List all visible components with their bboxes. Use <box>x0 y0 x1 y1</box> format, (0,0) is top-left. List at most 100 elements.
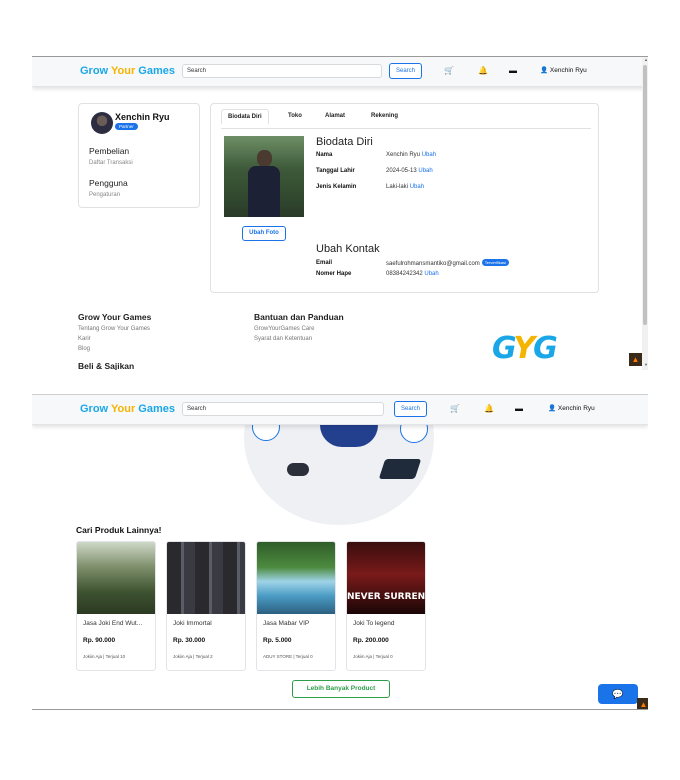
brand-logo[interactable]: Grow Your Games <box>80 65 175 77</box>
chat-button[interactable]: 💬 <box>598 684 638 704</box>
footer-col2-title: Bantuan dan Panduan <box>254 312 344 322</box>
fire-icon[interactable]: ▲ <box>637 698 648 709</box>
product-seller: ADUY STORE | Terjual 0 <box>263 654 313 659</box>
footer-link[interactable]: Karir <box>78 336 91 342</box>
edit-birthdate-link[interactable]: Ubah <box>418 168 432 174</box>
user-menu[interactable]: 👤 Xenchin Ryu <box>548 404 595 412</box>
cart-icon[interactable]: 🛒 <box>444 66 454 75</box>
transactions-link[interactable]: Daftar Transaksi <box>89 160 133 166</box>
gamepad-icon <box>287 463 309 476</box>
user-menu[interactable]: 👤 Xenchin Ryu <box>540 66 587 74</box>
footer-link[interactable]: GrowYourGames Care <box>254 326 314 332</box>
hero-illustration <box>32 425 648 525</box>
bell-icon[interactable]: 🔔 <box>478 66 488 75</box>
field-value: saefulrohmansmantiko@gmail.com Terverifik… <box>386 259 509 267</box>
tab-divider <box>221 128 591 129</box>
user-name: Xenchin Ryu <box>557 405 595 412</box>
field-value: Xenchin Ryu Ubah <box>386 152 436 158</box>
product-image <box>167 542 245 614</box>
verified-badge: Terverifikasi <box>481 259 509 266</box>
brand-your: Your <box>110 65 136 77</box>
profile-screenshot: Grow Your Games Search Search 🛒 🔔 ▬ 👤 Xe… <box>32 56 648 370</box>
scroll-down-icon[interactable]: ▼ <box>644 362 648 367</box>
field-label: Email <box>316 260 333 266</box>
product-image <box>77 542 155 614</box>
avatar <box>91 112 113 134</box>
field-value: 2024-05-13 Ubah <box>386 168 433 174</box>
product-name: Jasa Mabar VIP <box>263 620 310 627</box>
brand-games: Games <box>138 65 175 77</box>
tab-biodata[interactable]: Biodata Diri <box>221 109 269 124</box>
biodata-card: Biodata Diri Toko Alamat Rekening Ubah F… <box>210 103 599 293</box>
product-price: Rp. 90.000 <box>83 637 116 644</box>
navbar: Grow Your Games Search Search 🛒 🔔 ▬ 👤 Xe… <box>32 57 648 87</box>
product-name: Joki To legend <box>353 620 395 627</box>
user-heading: Pengguna <box>89 178 128 188</box>
product-card[interactable]: Joki Immortal Rp. 30.000 Jokiin Aja | Te… <box>166 541 246 671</box>
scrollbar[interactable]: ▲ ▼ <box>642 57 648 370</box>
product-image <box>257 542 335 614</box>
brand-games: Games <box>138 403 175 415</box>
profile-name: Xenchin Ryu <box>115 112 170 122</box>
product-list: Jasa Joki End Wut... Rp. 90.000 Jokiin A… <box>76 541 476 673</box>
photo-person <box>248 150 280 217</box>
cart-icon[interactable]: 🛒 <box>450 404 460 413</box>
poster-text: NEVER SURREND <box>347 592 426 602</box>
footer-link[interactable]: Blog <box>78 346 90 352</box>
search-button[interactable]: Search <box>394 401 427 417</box>
purchase-heading: Pembelian <box>89 146 130 156</box>
bell-icon[interactable]: 🔔 <box>484 404 494 413</box>
scroll-thumb[interactable] <box>643 65 647 325</box>
change-photo-button[interactable]: Ubah Foto <box>242 226 286 241</box>
edit-gender-link[interactable]: Ubah <box>410 184 424 190</box>
user-icon: 👤 <box>540 67 549 74</box>
gyg-letter-g1: G <box>492 331 515 366</box>
partner-badge: Partner <box>115 123 138 130</box>
email-value: saefulrohmansmantiko@gmail.com <box>386 261 480 267</box>
biodata-title: Biodata Diri <box>316 136 373 148</box>
inbox-icon[interactable]: ▬ <box>509 66 517 75</box>
footer-link[interactable]: Tentang Grow Your Games <box>78 326 150 332</box>
brand-grow: Grow <box>80 403 109 415</box>
tab-toko[interactable]: Toko <box>288 113 302 119</box>
product-card[interactable]: Jasa Mabar VIP Rp. 5.000 ADUY STORE | Te… <box>256 541 336 671</box>
product-price: Rp. 200.000 <box>353 637 389 644</box>
gyg-logo: GYG <box>492 331 558 366</box>
fire-icon[interactable]: ▲ <box>629 353 642 366</box>
brand-logo[interactable]: Grow Your Games <box>80 403 175 415</box>
product-image: NEVER SURREND <box>347 542 426 614</box>
footer-col1-title: Grow Your Games <box>78 312 152 322</box>
product-price: Rp. 5.000 <box>263 637 292 644</box>
footer-link[interactable]: Syarat dan Ketentuan <box>254 336 312 342</box>
scroll-up-icon[interactable]: ▲ <box>644 57 648 62</box>
product-price: Rp. 30.000 <box>173 637 206 644</box>
phone-value: 08384242342 <box>386 271 423 277</box>
edit-phone-link[interactable]: Ubah <box>424 271 438 277</box>
product-card[interactable]: NEVER SURREND Joki To legend Rp. 200.000… <box>346 541 426 671</box>
name-value: Xenchin Ryu <box>386 152 421 158</box>
product-name: Joki Immortal <box>173 620 212 627</box>
brand-your: Your <box>110 403 136 415</box>
more-products-button[interactable]: Lebih Banyak Product <box>292 680 390 698</box>
tab-alamat[interactable]: Alamat <box>325 113 345 119</box>
search-input[interactable]: Search <box>182 64 382 78</box>
products-title: Cari Produk Lainnya! <box>76 525 162 535</box>
search-button[interactable]: Search <box>389 63 422 79</box>
product-card[interactable]: Jasa Joki End Wut... Rp. 90.000 Jokiin A… <box>76 541 156 671</box>
gender-value: Laki-laki <box>386 184 409 190</box>
search-input[interactable]: Search <box>182 402 384 416</box>
settings-link[interactable]: Pengaturan <box>89 192 120 198</box>
photo-head <box>257 150 272 167</box>
birthdate-value: 2024-05-13 <box>386 168 417 174</box>
gyg-letter-y: Y <box>513 331 535 366</box>
product-seller: Jokiin Aja | Terjual 2 <box>173 654 213 659</box>
field-value: 08384242342 Ubah <box>386 271 439 277</box>
profile-photo <box>224 136 304 217</box>
field-label: Nama <box>316 152 333 158</box>
product-name: Jasa Joki End Wut... <box>83 620 143 627</box>
edit-name-link[interactable]: Ubah <box>422 152 436 158</box>
chat-icon: 💬 <box>612 689 624 699</box>
product-seller: Jokiin Aja | Terjual 10 <box>83 654 126 659</box>
inbox-icon[interactable]: ▬ <box>515 404 523 413</box>
tab-rekening[interactable]: Rekening <box>371 113 398 119</box>
